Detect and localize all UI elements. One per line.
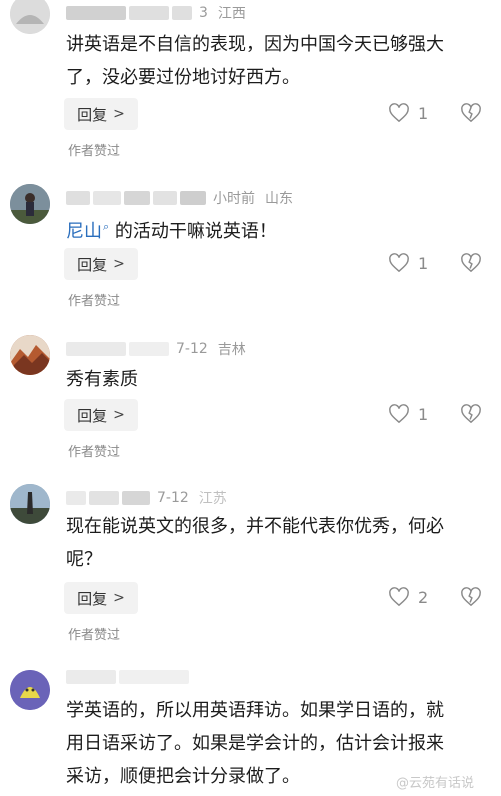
comment-text: 讲英语是不自信的表现，因为中国今天已够强大了，没必要过份地讨好西方。: [66, 34, 444, 88]
comment-text: 学英语的，所以用英语拜访。如果学日语的，就用日语采访了。如果是学会计的，估计会计…: [66, 700, 444, 787]
reply-button[interactable]: 回复 >: [64, 248, 138, 280]
reply-label: 回复: [77, 406, 108, 425]
search-icon: ⌕: [103, 220, 110, 233]
like-count: 1: [418, 404, 429, 424]
broken-heart-icon: [461, 587, 481, 607]
like-button[interactable]: 1: [388, 253, 428, 273]
author-liked-badge: 作者赞过: [68, 144, 121, 159]
author-liked-badge: 作者赞过: [68, 445, 121, 460]
comment-location: 吉林: [217, 342, 246, 358]
chevron-right-icon: >: [113, 590, 125, 606]
like-count: 2: [418, 587, 429, 607]
broken-heart-icon: [461, 404, 481, 424]
comment-location: 江西: [217, 6, 246, 22]
reply-label: 回复: [77, 105, 108, 124]
reply-button[interactable]: 回复 >: [64, 98, 138, 130]
avatar[interactable]: [10, 184, 50, 224]
comment-text: 尼山⌕ 的活动干嘛说英语！: [66, 220, 277, 242]
reply-label: 回复: [77, 589, 108, 608]
dislike-button[interactable]: [460, 404, 482, 428]
reply-label: 回复: [77, 255, 108, 274]
comment-meta: 7-12 吉林: [66, 339, 246, 359]
heart-icon: [389, 404, 409, 424]
chevron-right-icon: >: [113, 407, 125, 423]
comment-meta: [66, 670, 192, 684]
reply-button[interactable]: 回复 >: [64, 399, 138, 431]
author-liked-badge: 作者赞过: [68, 294, 121, 309]
avatar[interactable]: [10, 484, 50, 524]
reply-button[interactable]: 回复 >: [64, 582, 138, 614]
comment-meta: 小时前 山东: [66, 188, 293, 208]
broken-heart-icon: [461, 103, 481, 123]
comment-meta: 3 江西: [66, 3, 246, 23]
avatar[interactable]: [10, 335, 50, 375]
comment-time: 3: [199, 5, 208, 21]
comment-location: 山东: [265, 191, 293, 207]
comment-location: 江苏: [198, 491, 227, 507]
author-liked-badge: 作者赞过: [68, 628, 121, 643]
broken-heart-icon: [461, 253, 481, 273]
comment-time: 7-12: [157, 490, 189, 506]
comment-text: 秀有素质: [66, 369, 138, 390]
heart-icon: [389, 587, 409, 607]
chevron-right-icon: >: [113, 256, 125, 272]
watermark: @云苑有话说: [396, 776, 475, 791]
like-button[interactable]: 1: [388, 103, 428, 123]
comment-text: 现在能说英文的很多，并不能代表你优秀，何必呢？: [66, 516, 444, 570]
heart-icon: [389, 103, 409, 123]
like-button[interactable]: 1: [388, 404, 428, 424]
dislike-button[interactable]: [460, 587, 482, 611]
like-button[interactable]: 2: [388, 587, 428, 607]
comment-time: 小时前: [213, 191, 255, 207]
like-count: 1: [418, 103, 429, 123]
user-mention-link[interactable]: 尼山⌕: [66, 220, 110, 242]
like-count: 1: [418, 253, 429, 273]
heart-icon: [389, 253, 409, 273]
avatar[interactable]: [10, 0, 50, 34]
dislike-button[interactable]: [460, 103, 482, 127]
comment-time: 7-12: [176, 341, 208, 357]
chevron-right-icon: >: [113, 106, 125, 122]
dislike-button[interactable]: [460, 253, 482, 277]
avatar[interactable]: [10, 670, 50, 710]
comment-meta: 7-12 江苏: [66, 488, 227, 508]
